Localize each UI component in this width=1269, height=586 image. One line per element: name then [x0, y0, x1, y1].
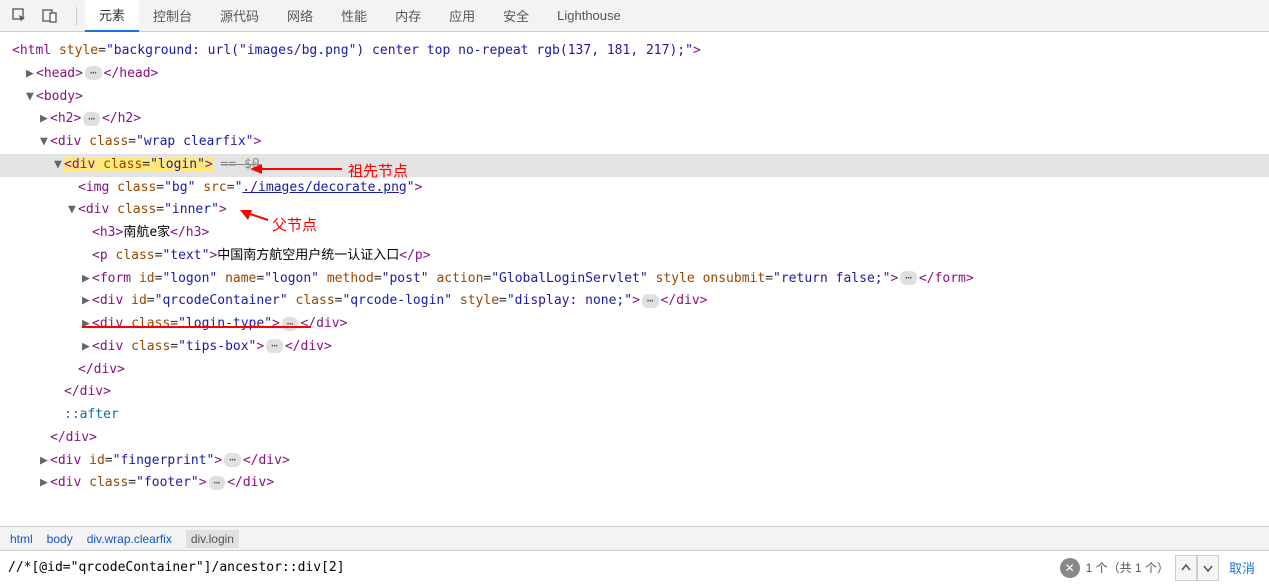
search-cancel-button[interactable]: 取消 — [1229, 558, 1255, 577]
dom-node-qrcode[interactable]: ▶<div id="qrcodeContainer" class="qrcode… — [12, 290, 1269, 313]
tab-security[interactable]: 安全 — [489, 0, 543, 32]
inspect-icon[interactable] — [8, 4, 32, 28]
tab-application[interactable]: 应用 — [435, 0, 489, 32]
tab-console[interactable]: 控制台 — [139, 0, 206, 32]
tab-performance[interactable]: 性能 — [327, 0, 381, 32]
breadcrumb-item[interactable]: html — [10, 532, 33, 546]
search-bar: ✕ 1 个（共 1 个） 取消 — [0, 550, 1269, 584]
ellipsis-icon[interactable]: ⋯ — [83, 112, 100, 126]
expand-caret[interactable]: ▶ — [82, 268, 92, 291]
tab-memory[interactable]: 内存 — [381, 0, 435, 32]
ellipsis-icon[interactable]: ⋯ — [85, 66, 102, 80]
dom-node-fingerprint[interactable]: ▶<div id="fingerprint">⋯</div> — [12, 450, 1269, 473]
ellipsis-icon[interactable]: ⋯ — [642, 294, 659, 308]
expand-caret[interactable]: ▶ — [26, 63, 36, 86]
dom-breadcrumb: html body div.wrap.clearfix div.login — [0, 526, 1269, 550]
expand-caret[interactable]: ▶ — [40, 108, 50, 131]
dom-node-tips[interactable]: ▶<div class="tips-box">⋯</div> — [12, 336, 1269, 359]
toolbar-divider — [76, 7, 77, 25]
dom-close-login[interactable]: </div> — [12, 381, 1269, 404]
dom-node-body[interactable]: ▼<body> — [12, 86, 1269, 109]
search-next-button[interactable] — [1197, 555, 1219, 581]
ellipsis-icon[interactable]: ⋯ — [900, 271, 917, 285]
search-input[interactable] — [0, 551, 1054, 584]
collapse-caret[interactable]: ▼ — [26, 86, 36, 109]
expand-caret[interactable]: ▶ — [40, 472, 50, 495]
tab-sources[interactable]: 源代码 — [206, 0, 273, 32]
expand-caret[interactable]: ▶ — [82, 336, 92, 359]
dom-node-form[interactable]: ▶<form id="logon" name="logon" method="p… — [12, 268, 1269, 291]
collapse-caret[interactable]: ▼ — [40, 131, 50, 154]
dom-node-inner[interactable]: ▼<div class="inner"> — [12, 199, 1269, 222]
dom-close-wrap[interactable]: </div> — [12, 427, 1269, 450]
dom-node-footer[interactable]: ▶<div class="footer">⋯</div> — [12, 472, 1269, 495]
tab-network[interactable]: 网络 — [273, 0, 327, 32]
ellipsis-icon[interactable]: ⋯ — [282, 317, 299, 331]
dom-tree-panel[interactable]: <html style="background: url("images/bg.… — [0, 32, 1269, 526]
dom-node-head[interactable]: ▶<head>⋯</head> — [12, 63, 1269, 86]
collapse-caret[interactable]: ▼ — [54, 154, 64, 177]
dom-close-inner[interactable]: </div> — [12, 359, 1269, 382]
tab-elements[interactable]: 元素 — [85, 0, 139, 32]
dom-node-p-text[interactable]: <p class="text">中国南方航空用户统一认证入口</p> — [12, 245, 1269, 268]
breadcrumb-item[interactable]: div.wrap.clearfix — [87, 532, 172, 546]
breadcrumb-item[interactable]: body — [47, 532, 73, 546]
tab-lighthouse[interactable]: Lighthouse — [543, 0, 635, 32]
device-toggle-icon[interactable] — [38, 4, 62, 28]
search-result-count: 1 个（共 1 个） — [1086, 559, 1169, 576]
dom-node-h3[interactable]: <h3>南航e家</h3> — [12, 222, 1269, 245]
dom-node-wrap[interactable]: ▼<div class="wrap clearfix"> — [12, 131, 1269, 154]
ellipsis-icon[interactable]: ⋯ — [224, 453, 241, 467]
dom-node-login[interactable]: ⋯▼<div class="login"> == $0 — [0, 154, 1269, 177]
ellipsis-icon[interactable]: ⋯ — [266, 339, 283, 353]
dom-node-html[interactable]: <html style="background: url("images/bg.… — [12, 40, 1269, 63]
breadcrumb-item-current[interactable]: div.login — [186, 530, 239, 548]
dom-node-h2[interactable]: ▶<h2>⋯</h2> — [12, 108, 1269, 131]
dom-node-img[interactable]: <img class="bg" src="./images/decorate.p… — [12, 177, 1269, 200]
ellipsis-icon[interactable]: ⋯ — [209, 476, 226, 490]
dom-pseudo-after[interactable]: ::after — [12, 404, 1269, 427]
devtools-toolbar: 元素 控制台 源代码 网络 性能 内存 应用 安全 Lighthouse — [0, 0, 1269, 32]
dom-node-login-type[interactable]: ▶<div class="login-type">⋯</div> — [12, 313, 1269, 336]
search-prev-button[interactable] — [1175, 555, 1197, 581]
selected-badge: == $0 — [221, 157, 260, 172]
clear-search-icon[interactable]: ✕ — [1060, 558, 1080, 578]
expand-caret[interactable]: ▶ — [40, 450, 50, 473]
expand-caret[interactable]: ▶ — [82, 313, 92, 336]
collapse-caret[interactable]: ▼ — [68, 199, 78, 222]
expand-caret[interactable]: ▶ — [82, 290, 92, 313]
